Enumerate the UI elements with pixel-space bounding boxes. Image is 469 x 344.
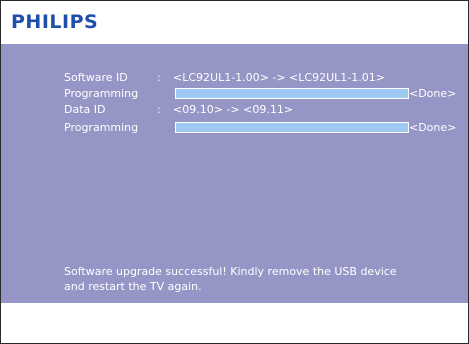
data-programming-status: <Done> (409, 121, 457, 134)
message-line-2: and restart the TV again. (64, 280, 202, 293)
data-programming-progress-fill (176, 123, 408, 132)
software-id-colon: : (157, 71, 161, 84)
data-id-label: Data ID (64, 103, 106, 116)
software-id-label: Software ID (64, 71, 128, 84)
tv-upgrade-screen: PHILIPS Software ID : <LC92UL1-1.00> -> … (0, 0, 469, 344)
software-id-value: <LC92UL1-1.00> -> <LC92UL1-1.01> (173, 71, 385, 84)
data-programming-label: Programming (64, 121, 139, 134)
software-programming-status: <Done> (409, 87, 457, 100)
software-programming-progress-bar (175, 88, 409, 99)
data-programming-progress-bar (175, 122, 409, 133)
software-programming-progress-fill (176, 89, 408, 98)
upgrade-panel: Software ID : <LC92UL1-1.00> -> <LC92UL1… (1, 44, 468, 303)
message-line-1: Software upgrade successful! Kindly remo… (64, 265, 397, 278)
data-id-colon: : (157, 103, 161, 116)
philips-logo: PHILIPS (11, 11, 99, 33)
upgrade-success-message: Software upgrade successful! Kindly remo… (64, 264, 464, 294)
software-programming-label: Programming (64, 87, 139, 100)
data-id-value: <09.10> -> <09.11> (173, 103, 294, 116)
